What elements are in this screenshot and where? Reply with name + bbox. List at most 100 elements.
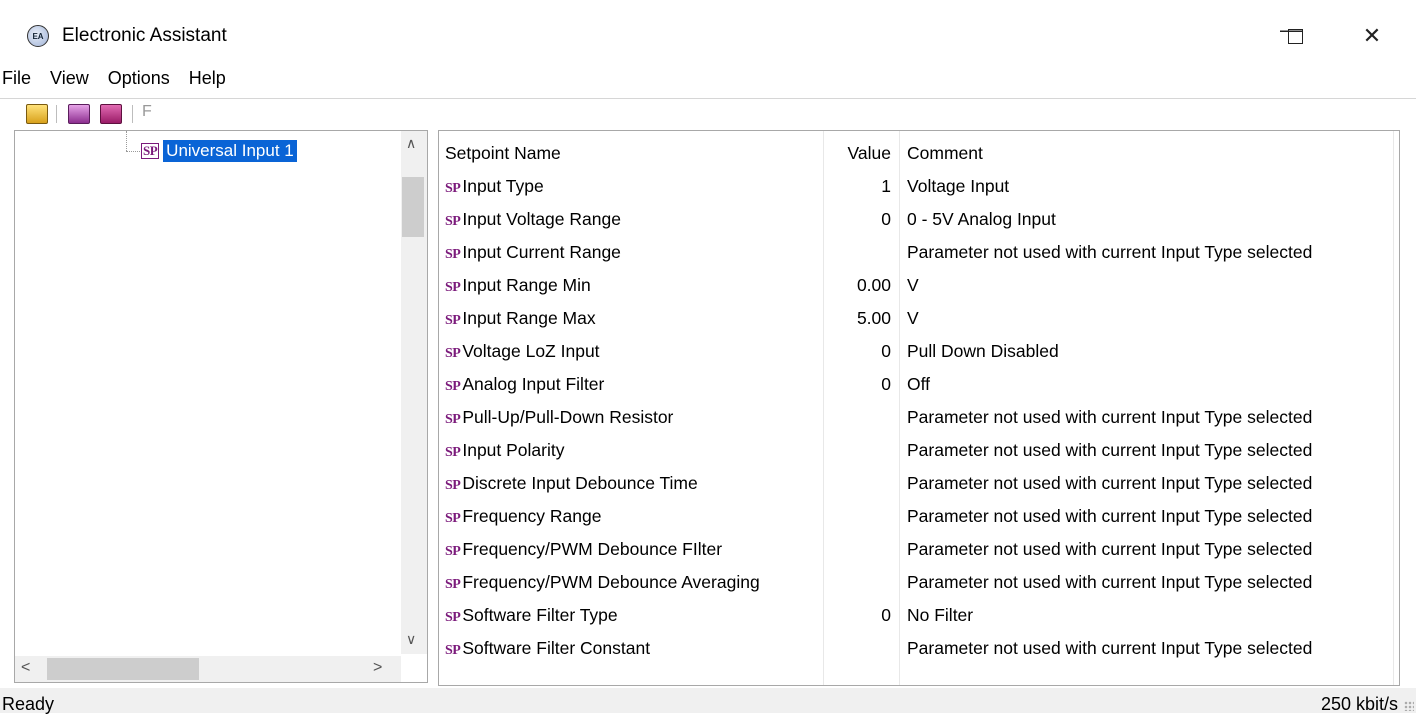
setpoint-comment: Parameter not used with current Input Ty…: [907, 572, 1313, 592]
table-row[interactable]: SP Software Filter Constant Parameter not …: [439, 626, 1399, 659]
toolbar: [0, 98, 1416, 129]
read-setpoints-icon[interactable]: [68, 104, 90, 124]
table-header: Setpoint Name Value Comment: [439, 131, 1399, 164]
setpoint-value: [825, 395, 891, 428]
table-row[interactable]: SP Frequency/PWM Debounce Averaging Parame…: [439, 560, 1399, 593]
toolbar-separator: [132, 105, 133, 123]
setpoint-comment: Off: [907, 374, 931, 394]
setpoint-name: Input Current Range: [462, 242, 621, 262]
header-comment[interactable]: Comment: [907, 131, 983, 164]
title-bar: EA Electronic Assistant — ✕: [0, 0, 1416, 70]
setpoint-name-cell: SP Input Voltage Range: [445, 197, 621, 230]
setpoint-value: [825, 461, 891, 494]
window-title: Electronic Assistant: [62, 25, 227, 46]
table-row[interactable]: SP Pull-Up/Pull-Down Resistor Parameter no…: [439, 395, 1399, 428]
setpoint-comment: Parameter not used with current Input Ty…: [907, 539, 1313, 559]
setpoint-name-cell: SP Software Filter Constant: [445, 626, 650, 659]
maximize-icon: [1287, 28, 1303, 44]
tree-node-universal-input-1[interactable]: SP Universal Input 1: [141, 139, 297, 163]
setpoint-comment: V: [907, 275, 919, 295]
table-row[interactable]: SP Software Filter Type 0 No Filter: [439, 593, 1399, 626]
status-bar: Ready 250 kbit/s: [0, 688, 1416, 714]
baud-rate: 250 kbit/s: [1320, 694, 1398, 714]
setpoint-name-cell: SP Input Range Min: [445, 263, 591, 296]
setpoint-icon: SP: [141, 143, 160, 159]
setpoint-value: 0: [881, 374, 891, 394]
setpoint-name: Input Voltage Range: [462, 209, 621, 229]
menu-file[interactable]: File: [0, 64, 41, 94]
table-row[interactable]: SP Frequency/PWM Debounce FIlter Parameter…: [439, 527, 1399, 560]
setpoint-name-cell: SP Voltage LoZ Input: [445, 329, 600, 362]
scroll-left-icon[interactable]: <: [21, 659, 30, 677]
scroll-thumb[interactable]: [47, 658, 199, 680]
setpoint-value: [825, 527, 891, 560]
setpoint-name: Frequency/PWM Debounce FIlter: [462, 539, 723, 559]
setpoint-name: Software Filter Type: [462, 605, 618, 625]
setpoint-value: [825, 494, 891, 527]
table-row[interactable]: SP Input Type 1 Voltage Input: [439, 164, 1399, 197]
setpoint-comment: V: [907, 308, 919, 328]
flash-button[interactable]: F: [142, 103, 152, 121]
setpoint-value: 1: [881, 176, 891, 196]
setpoint-name: Software Filter Constant: [462, 638, 651, 658]
setpoint-value: 0: [881, 605, 891, 625]
scroll-up-icon[interactable]: ∧: [406, 135, 416, 152]
table-row[interactable]: SP Discrete Input Debounce Time Parameter …: [439, 461, 1399, 494]
table-row[interactable]: SP Input Range Max 5.00 V: [439, 296, 1399, 329]
write-setpoints-icon[interactable]: [100, 104, 122, 124]
electronic-assistant-logo-icon: EA: [27, 25, 49, 47]
toolbar-separator: [56, 105, 57, 123]
table-row[interactable]: SP Input Current Range Parameter not used …: [439, 230, 1399, 263]
setpoint-name-cell: SP Discrete Input Debounce Time: [445, 461, 698, 494]
setpoint-comment: 0 - 5V Analog Input: [907, 209, 1056, 229]
can-connect-icon[interactable]: [26, 104, 48, 124]
tree-pane[interactable]: SP Universal Input 1 ∧ ∨ < >: [14, 130, 428, 683]
setpoint-name-cell: SP Input Range Max: [445, 296, 596, 329]
table-row[interactable]: SP Input Voltage Range 0 0 - 5V Analog Inpu…: [439, 197, 1399, 230]
setpoint-name: Input Type: [462, 176, 544, 196]
menu-options[interactable]: Options: [99, 64, 180, 94]
setpoint-comment: Pull Down Disabled: [907, 341, 1059, 361]
tree-node-label: Universal Input 1: [163, 140, 297, 162]
tree-connector: [126, 131, 127, 151]
scroll-thumb[interactable]: [402, 177, 424, 237]
close-button[interactable]: ✕: [1349, 18, 1395, 54]
menu-view[interactable]: View: [41, 64, 99, 94]
setpoint-name-cell: SP Analog Input Filter: [445, 362, 604, 395]
table-row[interactable]: SP Analog Input Filter 0 Off: [439, 362, 1399, 395]
scroll-right-icon[interactable]: >: [373, 659, 382, 677]
setpoint-name-cell: SP Input Current Range: [445, 230, 621, 263]
setpoint-value: 0: [881, 209, 891, 229]
setpoint-value: 0.00: [856, 275, 891, 295]
setpoint-comment: Parameter not used with current Input Ty…: [907, 407, 1313, 427]
setpoint-name-cell: SP Frequency Range: [445, 494, 601, 527]
table-row[interactable]: SP Voltage LoZ Input 0 Pull Down Disabled: [439, 329, 1399, 362]
table-row[interactable]: SP Input Polarity Parameter not used with …: [439, 428, 1399, 461]
setpoint-name: Input Polarity: [462, 440, 565, 460]
setpoint-name-cell: SP Pull-Up/Pull-Down Resistor: [445, 395, 673, 428]
table-row[interactable]: SP Input Range Min 0.00 V: [439, 263, 1399, 296]
setpoint-name: Frequency Range: [462, 506, 602, 526]
maximize-button[interactable]: [1272, 18, 1318, 54]
setpoint-value: [825, 560, 891, 593]
header-value[interactable]: Value: [825, 131, 891, 164]
setpoint-name-cell: SP Input Polarity: [445, 428, 564, 461]
setpoint-name: Input Range Max: [462, 308, 596, 328]
resize-grip[interactable]: [1404, 701, 1414, 711]
tree-vertical-scrollbar[interactable]: ∧ ∨: [401, 131, 427, 654]
setpoint-comment: Parameter not used with current Input Ty…: [907, 638, 1313, 658]
setpoint-table: Setpoint Name Value Comment SP Input Type…: [438, 130, 1400, 686]
setpoint-name: Pull-Up/Pull-Down Resistor: [462, 407, 674, 427]
header-setpoint-name[interactable]: Setpoint Name: [445, 131, 561, 164]
setpoint-comment: Parameter not used with current Input Ty…: [907, 473, 1313, 493]
setpoint-name: Analog Input Filter: [462, 374, 605, 394]
tree-horizontal-scrollbar[interactable]: < >: [15, 656, 401, 682]
setpoint-comment: Parameter not used with current Input Ty…: [907, 440, 1313, 460]
setpoint-value: [825, 626, 891, 659]
table-row[interactable]: SP Frequency Range Parameter not used with…: [439, 494, 1399, 527]
scroll-down-icon[interactable]: ∨: [406, 631, 416, 648]
setpoint-comment: Parameter not used with current Input Ty…: [907, 506, 1313, 526]
setpoint-comment: Voltage Input: [907, 176, 1010, 196]
menu-help[interactable]: Help: [180, 64, 236, 94]
setpoint-name: Input Range Min: [462, 275, 591, 295]
